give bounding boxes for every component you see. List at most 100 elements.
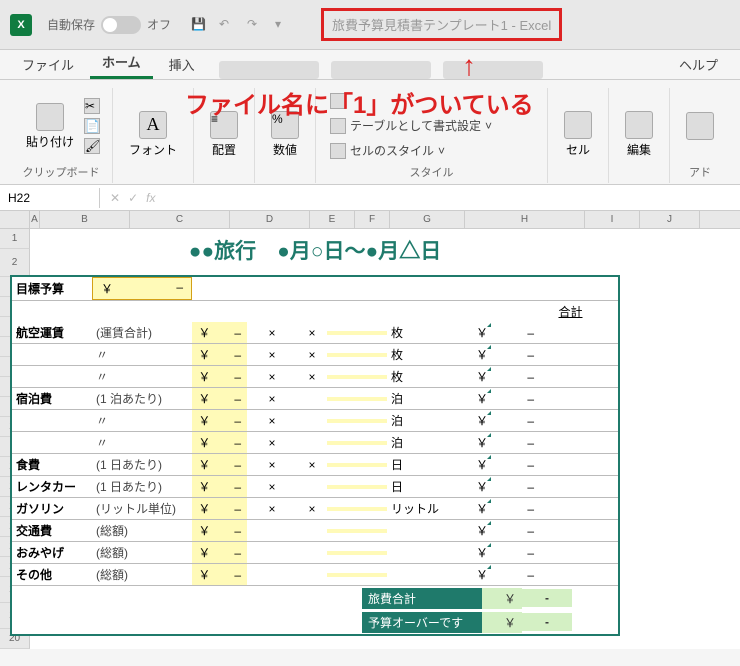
amount-cell[interactable]: ￥ – bbox=[192, 498, 247, 519]
name-box[interactable]: H22 bbox=[0, 188, 100, 208]
amount-cell[interactable]: ￥ – bbox=[192, 564, 247, 585]
qty-cell[interactable] bbox=[327, 551, 387, 555]
cells-button[interactable]: セル bbox=[560, 107, 596, 162]
amount-cell[interactable]: ￥ – bbox=[192, 410, 247, 431]
times2-cell bbox=[297, 529, 327, 533]
amount-cell[interactable]: ￥ – bbox=[192, 322, 247, 343]
cancel-icon[interactable]: ✕ bbox=[110, 191, 120, 205]
cut-icon[interactable]: ✂ bbox=[84, 98, 100, 114]
col-B[interactable]: B bbox=[40, 211, 130, 228]
qty-cell[interactable] bbox=[327, 507, 387, 511]
amount-cell[interactable]: ￥ – bbox=[192, 476, 247, 497]
amount-cell[interactable]: ￥ – bbox=[192, 432, 247, 453]
note-cell[interactable]: (総額) bbox=[92, 520, 192, 541]
toggle-icon[interactable] bbox=[101, 16, 141, 34]
sum-label-over: 予算オーバーです bbox=[362, 612, 482, 633]
filename-highlighted: 旅費予算見積書テンプレート1 - Excel bbox=[321, 8, 562, 41]
note-cell[interactable]: 〃 bbox=[92, 410, 192, 431]
font-button[interactable]: Aフォント bbox=[125, 107, 181, 162]
format-painter-icon[interactable]: 🖌 bbox=[84, 138, 100, 154]
note-cell[interactable]: (1 泊あたり) bbox=[92, 388, 192, 409]
qty-cell[interactable] bbox=[327, 463, 387, 467]
category-cell[interactable]: 交通費 bbox=[12, 520, 92, 541]
cellstyle-icon bbox=[330, 143, 346, 159]
times-cell: × bbox=[247, 456, 297, 474]
select-all-corner[interactable] bbox=[0, 211, 30, 228]
col-F[interactable]: F bbox=[355, 211, 390, 228]
blurred-tabs bbox=[443, 61, 543, 79]
customize-qat-icon[interactable]: ▾ bbox=[275, 17, 291, 33]
enter-icon[interactable]: ✓ bbox=[128, 191, 138, 205]
sum-yen: ￥ bbox=[482, 588, 522, 609]
unit-cell: 泊 bbox=[387, 432, 447, 453]
amount-cell[interactable]: ￥ – bbox=[192, 542, 247, 563]
goal-input-cell[interactable]: ￥ – bbox=[92, 277, 192, 300]
tab-file[interactable]: ファイル bbox=[10, 50, 86, 79]
category-cell[interactable]: 宿泊費 bbox=[12, 388, 92, 409]
col-I[interactable]: I bbox=[585, 211, 640, 228]
qty-cell[interactable] bbox=[327, 419, 387, 423]
qty-cell[interactable] bbox=[327, 397, 387, 401]
save-icon[interactable]: 💾 bbox=[191, 17, 207, 33]
fx-icon[interactable]: fx bbox=[146, 191, 155, 205]
undo-icon[interactable]: ↶ bbox=[219, 17, 235, 33]
table-row: 〃￥ –××枚￥– bbox=[12, 366, 618, 388]
times2-cell bbox=[297, 441, 327, 445]
edit-button[interactable]: 編集 bbox=[621, 107, 657, 162]
note-cell[interactable]: (運賃合計) bbox=[92, 322, 192, 343]
tab-help[interactable]: ヘルプ bbox=[667, 50, 730, 79]
blurred-tabs bbox=[219, 61, 319, 79]
amount-cell[interactable]: ￥ – bbox=[192, 388, 247, 409]
cells-label: セル bbox=[566, 141, 590, 158]
paste-button[interactable]: 貼り付け bbox=[22, 99, 78, 154]
note-cell[interactable]: 〃 bbox=[92, 432, 192, 453]
category-cell[interactable] bbox=[12, 353, 92, 357]
note-cell[interactable]: 〃 bbox=[92, 366, 192, 387]
qty-cell[interactable] bbox=[327, 485, 387, 489]
amount-cell[interactable]: ￥ – bbox=[192, 366, 247, 387]
tab-home[interactable]: ホーム bbox=[90, 47, 153, 79]
qty-cell[interactable] bbox=[327, 375, 387, 379]
amount-cell[interactable]: ￥ – bbox=[192, 454, 247, 475]
category-cell[interactable]: おみやげ bbox=[12, 542, 92, 563]
tab-insert[interactable]: 挿入 bbox=[157, 50, 207, 79]
category-cell[interactable]: レンタカー bbox=[12, 476, 92, 497]
note-cell[interactable]: (1 日あたり) bbox=[92, 454, 192, 475]
paste-label: 貼り付け bbox=[26, 133, 74, 150]
category-cell[interactable] bbox=[12, 375, 92, 379]
note-cell[interactable]: (1 日あたり) bbox=[92, 476, 192, 497]
autosave-toggle[interactable]: 自動保存 オフ bbox=[47, 16, 171, 34]
category-cell[interactable]: その他 bbox=[12, 564, 92, 585]
col-C[interactable]: C bbox=[130, 211, 230, 228]
qty-cell[interactable] bbox=[327, 441, 387, 445]
note-cell[interactable]: (リットル単位) bbox=[92, 498, 192, 519]
qty-cell[interactable] bbox=[327, 529, 387, 533]
category-cell[interactable]: 航空運賃 bbox=[12, 322, 92, 343]
table-row: その他(総額)￥ –￥– bbox=[12, 564, 618, 586]
redo-icon[interactable]: ↷ bbox=[247, 17, 263, 33]
col-H[interactable]: H bbox=[465, 211, 585, 228]
category-cell[interactable]: ガソリン bbox=[12, 498, 92, 519]
amount-cell[interactable]: ￥ – bbox=[192, 520, 247, 541]
category-cell[interactable] bbox=[12, 441, 92, 445]
col-G[interactable]: G bbox=[390, 211, 465, 228]
note-cell[interactable]: (総額) bbox=[92, 564, 192, 585]
col-D[interactable]: D bbox=[230, 211, 310, 228]
note-cell[interactable]: (総額) bbox=[92, 542, 192, 563]
qty-cell[interactable] bbox=[327, 573, 387, 577]
addin-button[interactable] bbox=[682, 108, 718, 144]
col-E[interactable]: E bbox=[310, 211, 355, 228]
col-J[interactable]: J bbox=[640, 211, 700, 228]
category-cell[interactable] bbox=[12, 419, 92, 423]
col-A[interactable]: A bbox=[30, 211, 40, 228]
subtotal-val: – bbox=[492, 434, 542, 452]
category-cell[interactable]: 食費 bbox=[12, 454, 92, 475]
subtotal-yen: ￥ bbox=[447, 564, 492, 585]
amount-cell[interactable]: ￥ – bbox=[192, 344, 247, 365]
cell-style-button[interactable]: セルのスタイル ˅ bbox=[328, 140, 535, 161]
copy-icon[interactable]: 📄 bbox=[84, 118, 100, 134]
qty-cell[interactable] bbox=[327, 353, 387, 357]
group-clipboard: 貼り付け ✂ 📄 🖌 クリップボード bbox=[10, 88, 113, 183]
note-cell[interactable]: 〃 bbox=[92, 344, 192, 365]
qty-cell[interactable] bbox=[327, 331, 387, 335]
